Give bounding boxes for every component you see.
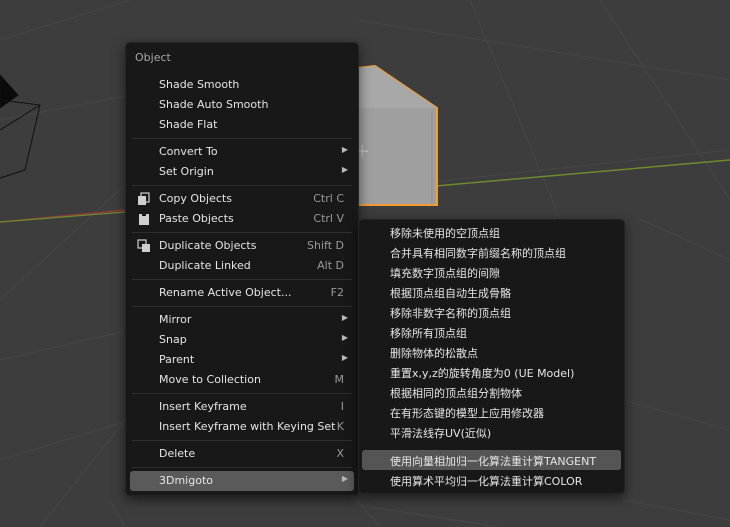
submenu-item[interactable]: 合并具有相同数字前缀名称的顶点组	[362, 242, 621, 262]
submenu-item-label: 平滑法线存UV(近似)	[390, 427, 492, 440]
menu-item-duplicate-objects[interactable]: Duplicate Objects Shift D	[130, 236, 354, 256]
menu-item-label: Shade Auto Smooth	[159, 98, 269, 111]
menu-item-insert-keyframe-keying-set[interactable]: Insert Keyframe with Keying Set K	[130, 417, 354, 437]
menu-separator	[132, 393, 352, 394]
submenu-item-label: 重置x,y,z的旋转角度为0 (UE Model)	[390, 367, 575, 380]
menu-item-label: Parent	[159, 353, 195, 366]
menu-item-label: Rename Active Object...	[159, 286, 292, 299]
menu-item-label: Duplicate Objects	[159, 239, 257, 252]
submenu-item-highlighted[interactable]: 使用向量相加归一化算法重计算TANGENT	[362, 450, 621, 470]
menu-item-label: Duplicate Linked	[159, 259, 251, 272]
object-context-menu: Object Shade Smooth Shade Auto Smooth Sh…	[125, 42, 359, 496]
menu-separator	[132, 440, 352, 441]
menu-item-3dmigoto[interactable]: 3Dmigoto ▶	[130, 471, 354, 491]
menu-item-label: Snap	[159, 333, 187, 346]
menu-item-label: Move to Collection	[159, 373, 261, 386]
menu-item-label: Copy Objects	[159, 192, 232, 205]
menu-item-label: Insert Keyframe with Keying Set	[159, 420, 336, 433]
3dmigoto-submenu: 移除未使用的空顶点组 合并具有相同数字前缀名称的顶点组 填充数字顶点组的间隙 根…	[358, 219, 625, 494]
menu-item-label: Delete	[159, 447, 196, 460]
submenu-item-label: 移除所有顶点组	[390, 327, 467, 340]
paste-icon	[139, 213, 149, 225]
menu-item-move-to-collection[interactable]: Move to Collection M	[130, 370, 354, 390]
menu-item-label: 3Dmigoto	[159, 474, 213, 487]
submenu-arrow-icon: ▶	[341, 474, 348, 483]
menu-item-label: Insert Keyframe	[159, 400, 247, 413]
submenu-item-label: 使用向量相加归一化算法重计算TANGENT	[390, 455, 597, 468]
menu-item-label: Set Origin	[159, 165, 214, 178]
shortcut-hint: K	[336, 420, 344, 433]
submenu-item[interactable]: 根据相同的顶点组分割物体	[362, 382, 621, 402]
menu-separator	[132, 185, 352, 186]
menu-item-label: Shade Flat	[159, 118, 218, 131]
menu-separator	[132, 279, 352, 280]
menu-item-copy-objects[interactable]: Copy Objects Ctrl C	[130, 189, 354, 209]
submenu-item[interactable]: 删除物体的松散点	[362, 342, 621, 362]
menu-item-label: Paste Objects	[159, 212, 234, 225]
submenu-item[interactable]: 根据顶点组自动生成骨骼	[362, 282, 621, 302]
menu-item-label: Convert To	[159, 145, 218, 158]
submenu-item-label: 移除非数字名称的顶点组	[390, 307, 511, 320]
menu-separator	[132, 467, 352, 468]
menu-item-delete[interactable]: Delete X	[130, 444, 354, 464]
submenu-item[interactable]: 在有形态键的模型上应用修改器	[362, 402, 621, 422]
submenu-item[interactable]: 移除非数字名称的顶点组	[362, 302, 621, 322]
submenu-arrow-icon: ▶	[341, 145, 348, 154]
submenu-arrow-icon: ▶	[341, 313, 348, 322]
shortcut-hint: X	[336, 447, 344, 460]
menu-item-parent[interactable]: Parent ▶	[130, 350, 354, 370]
menu-separator	[132, 306, 352, 307]
menu-item-snap[interactable]: Snap ▶	[130, 330, 354, 350]
submenu-item-label: 删除物体的松散点	[390, 347, 478, 360]
submenu-item[interactable]: 平滑法线存UV(近似)	[362, 422, 621, 442]
menu-item-paste-objects[interactable]: Paste Objects Ctrl V	[130, 209, 354, 229]
menu-separator	[132, 232, 352, 233]
menu-item-insert-keyframe[interactable]: Insert Keyframe I	[130, 397, 354, 417]
shortcut-hint: Ctrl C	[313, 192, 344, 205]
shortcut-hint: Alt D	[317, 259, 344, 272]
menu-item-convert-to[interactable]: Convert To ▶	[130, 142, 354, 162]
submenu-item-label: 根据相同的顶点组分割物体	[390, 387, 522, 400]
submenu-item-label: 填充数字顶点组的间隙	[390, 267, 500, 280]
copy-icon	[138, 192, 150, 205]
submenu-arrow-icon: ▶	[341, 353, 348, 362]
submenu-item[interactable]: 填充数字顶点组的间隙	[362, 262, 621, 282]
menu-item-label: Shade Smooth	[159, 78, 240, 91]
shortcut-hint: I	[340, 400, 344, 413]
submenu-item[interactable]: 重置x,y,z的旋转角度为0 (UE Model)	[362, 362, 621, 382]
menu-item-rename-active-object[interactable]: Rename Active Object... F2	[130, 283, 354, 303]
submenu-item[interactable]: 移除未使用的空顶点组	[362, 222, 621, 242]
submenu-item-label: 合并具有相同数字前缀名称的顶点组	[390, 247, 566, 260]
menu-item-duplicate-linked[interactable]: Duplicate Linked Alt D	[130, 256, 354, 276]
menu-item-shade-smooth[interactable]: Shade Smooth	[130, 75, 354, 95]
menu-item-shade-auto-smooth[interactable]: Shade Auto Smooth	[130, 95, 354, 115]
submenu-item-label: 使用算术平均归一化算法重计算COLOR	[390, 475, 583, 488]
shortcut-hint: F2	[330, 286, 344, 299]
shortcut-hint: Ctrl V	[313, 212, 344, 225]
menu-item-label: Mirror	[159, 313, 192, 326]
menu-separator	[132, 138, 352, 139]
submenu-item-label: 根据顶点组自动生成骨骼	[390, 287, 511, 300]
menu-item-mirror[interactable]: Mirror ▶	[130, 310, 354, 330]
submenu-arrow-icon: ▶	[341, 165, 348, 174]
submenu-item-label: 在有形态键的模型上应用修改器	[390, 407, 544, 420]
shortcut-hint: Shift D	[307, 239, 344, 252]
menu-title: Object	[135, 51, 171, 64]
submenu-item[interactable]: 移除所有顶点组	[362, 322, 621, 342]
shortcut-hint: M	[334, 373, 345, 386]
menu-item-set-origin[interactable]: Set Origin ▶	[130, 162, 354, 182]
duplicate-icon	[137, 239, 150, 252]
menu-item-shade-flat[interactable]: Shade Flat	[130, 115, 354, 135]
submenu-item-label: 移除未使用的空顶点组	[390, 227, 500, 240]
submenu-arrow-icon: ▶	[341, 333, 348, 342]
submenu-item[interactable]: 使用算术平均归一化算法重计算COLOR	[362, 470, 621, 490]
